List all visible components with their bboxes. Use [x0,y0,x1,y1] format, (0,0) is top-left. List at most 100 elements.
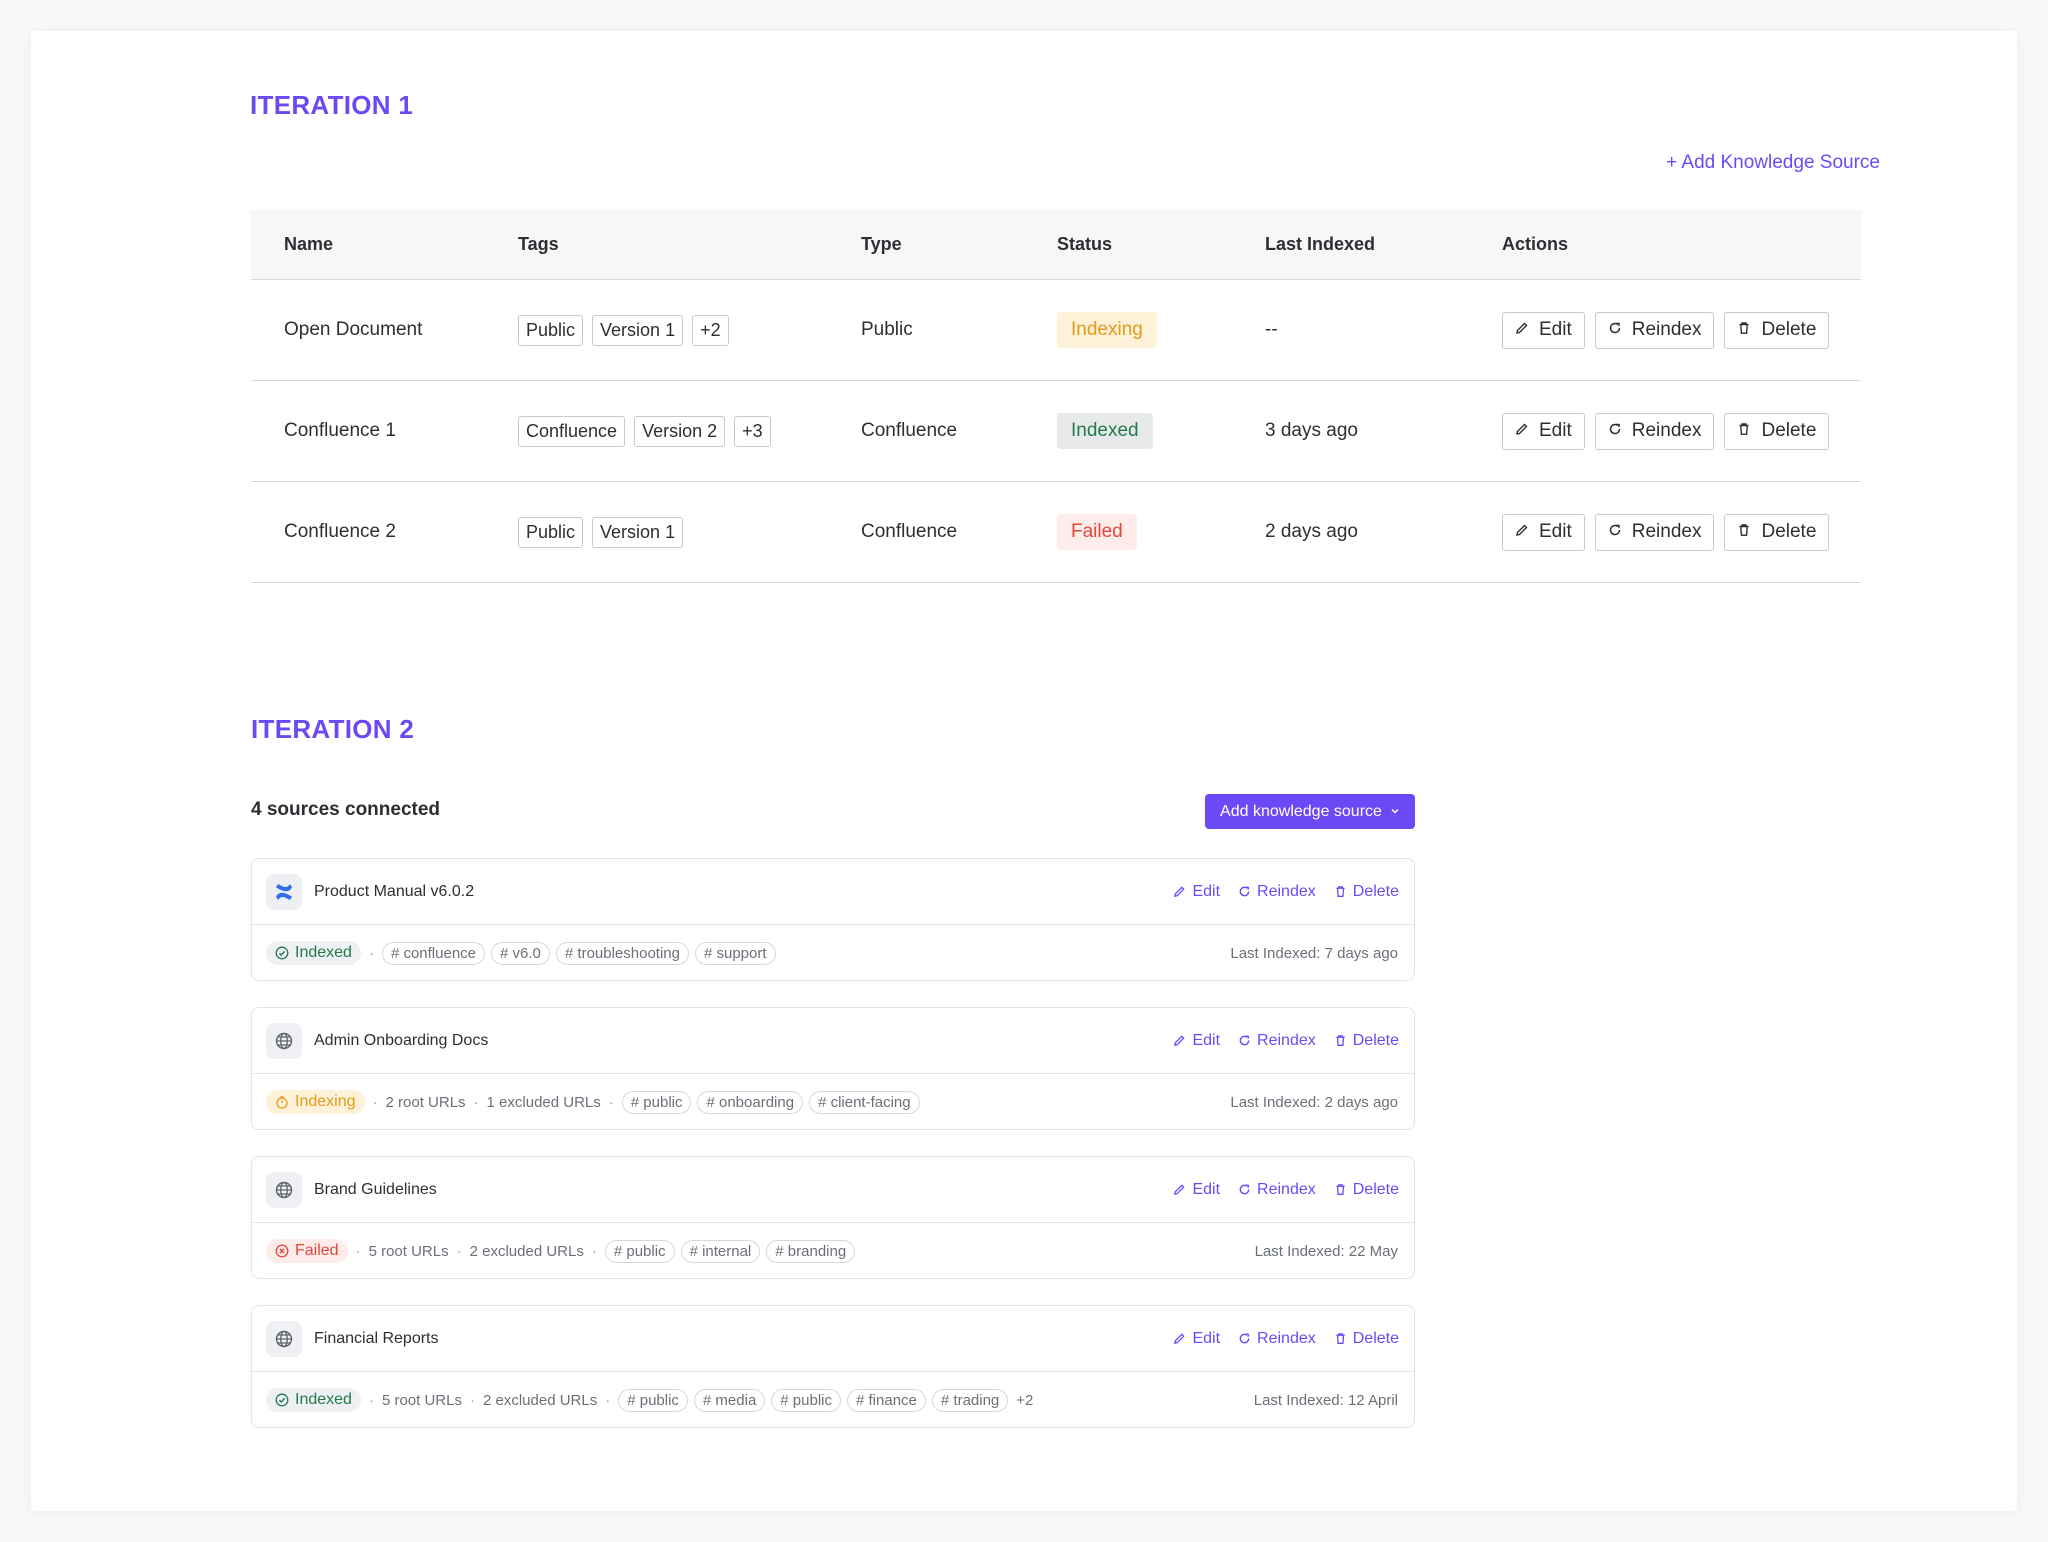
separator-dot: · [368,1391,374,1409]
refresh-icon [1608,420,1622,442]
reindex-label: Reindex [1257,1180,1316,1198]
refresh-icon [1238,1034,1251,1047]
source-name: Admin Onboarding Docs [314,1031,489,1049]
tag-chip: Version 1 [592,516,684,548]
status-pill: Indexed [266,1388,361,1412]
separator-dot: · [469,1391,475,1409]
hashtag-chip: # branding [766,1239,856,1263]
excluded-urls: 2 excluded URLs [469,1242,584,1260]
header-tags: Tags [518,234,559,254]
reindex-label: Reindex [1631,420,1702,441]
reindex-link[interactable]: Reindex [1238,1032,1316,1050]
check-circle-icon [275,946,289,960]
delete-label: Delete [1352,1329,1399,1347]
iteration-2-title: ITERATION 2 [251,714,415,744]
add-knowledge-source-button[interactable]: Add knowledge source [1205,794,1415,829]
reindex-link[interactable]: Reindex [1238,1330,1316,1348]
pencil-icon [1173,1183,1186,1196]
status-pill: Failed [266,1239,348,1263]
source-card-header: Financial Reports Edit Reindex Delete [252,1306,1414,1372]
edit-label: Edit [1192,882,1221,900]
reindex-button[interactable]: Reindex [1594,311,1715,349]
tag-chip: +3 [734,415,771,447]
trash-icon [1334,1034,1347,1047]
edit-link[interactable]: Edit [1173,1330,1220,1348]
row-last-indexed: 3 days ago [1265,420,1358,441]
delete-button[interactable]: Delete [1724,311,1830,349]
separator-dot: · [456,1242,462,1260]
pencil-icon [1173,885,1186,898]
header-type: Type [861,234,902,254]
edit-button[interactable]: Edit [1502,513,1585,551]
confluence-icon [266,873,302,910]
source-name: Financial Reports [314,1329,439,1347]
more-tags-count: +2 [1016,1391,1034,1409]
hashtag-chip: # onboarding [697,1090,804,1114]
source-actions: Edit Reindex Delete [1173,1330,1399,1348]
source-card: Admin Onboarding Docs Edit Reindex Delet… [251,1007,1415,1130]
table-row: Confluence 1 Confluence Version 2 +3 Confl… [251,381,1861,482]
row-actions: Edit Reindex Delete [1502,412,1861,450]
row-last-indexed: 2 days ago [1265,521,1358,542]
row-type: Confluence [861,521,958,542]
reindex-label: Reindex [1257,1329,1316,1347]
delete-button[interactable]: Delete [1724,513,1830,551]
row-name: Open Document [284,319,423,340]
header-last-indexed: Last Indexed [1265,234,1376,254]
delete-link[interactable]: Delete [1334,1032,1399,1050]
delete-link[interactable]: Delete [1334,883,1399,901]
trash-icon [1737,319,1751,341]
pencil-icon [1515,319,1529,341]
edit-button[interactable]: Edit [1502,412,1585,450]
globe-icon [266,1320,302,1357]
globe-icon [266,1171,302,1208]
reindex-link[interactable]: Reindex [1238,1181,1316,1199]
reindex-button[interactable]: Reindex [1594,412,1715,450]
source-card-meta: Failed · 5 root URLs · 2 excluded URLs · # pu… [252,1223,1414,1279]
knowledge-sources-table: Name Tags Type Status Last Indexed Actio… [251,210,1861,583]
delete-button[interactable]: Delete [1724,412,1830,450]
table-row: Open Document Public Version 1 +2 Public I… [251,280,1861,381]
delete-label: Delete [1761,319,1817,340]
add-knowledge-source-label: Add knowledge source [1220,802,1382,820]
table-header: Name Tags Type Status Last Indexed Actio… [251,210,1861,280]
delete-link[interactable]: Delete [1334,1181,1399,1199]
last-indexed: Last Indexed: 22 May [1254,1242,1398,1260]
check-circle-icon [275,1393,289,1407]
row-tags: Public Version 1 +2 [518,314,861,346]
excluded-urls: 2 excluded URLs [482,1391,598,1409]
edit-label: Edit [1192,1329,1221,1347]
reindex-button[interactable]: Reindex [1594,513,1715,551]
row-tags: Confluence Version 2 +3 [518,415,861,447]
separator-dot: · [473,1093,479,1111]
edit-label: Edit [1192,1180,1221,1198]
source-meta: Indexed · # confluence # v6.0 # troubleshoo… [266,941,1230,965]
edit-button[interactable]: Edit [1502,311,1585,349]
header-name: Name [284,234,334,254]
source-card: Brand Guidelines Edit Reindex Delete Fai… [251,1156,1415,1279]
hashtag-chip: # public [771,1388,841,1412]
pencil-icon [1173,1034,1186,1047]
reindex-link[interactable]: Reindex [1238,883,1316,901]
separator-dot: · [608,1093,614,1111]
delete-link[interactable]: Delete [1334,1330,1399,1348]
pencil-icon [1515,521,1529,543]
tag-chip: +2 [692,314,729,346]
hashtag-chip: # confluence [381,941,486,965]
iteration-1-title: ITERATION 1 [250,90,414,120]
source-actions: Edit Reindex Delete [1173,1032,1399,1050]
edit-link[interactable]: Edit [1173,1032,1220,1050]
add-knowledge-source-link[interactable]: + Add Knowledge Source [1666,152,1880,174]
globe-icon [266,1022,302,1059]
source-card-meta: Indexed · 5 root URLs · 2 excluded URLs · # p… [252,1372,1414,1428]
reindex-label: Reindex [1631,319,1702,340]
delete-label: Delete [1352,1031,1399,1049]
refresh-icon [1238,1183,1251,1196]
edit-link[interactable]: Edit [1173,1181,1220,1199]
delete-label: Delete [1761,521,1817,542]
trash-icon [1737,420,1751,442]
edit-link[interactable]: Edit [1173,883,1220,901]
row-status-cell: Indexing [1057,312,1265,348]
tag-chip: Public [518,516,584,548]
hashtag-chip: # internal [680,1239,761,1263]
